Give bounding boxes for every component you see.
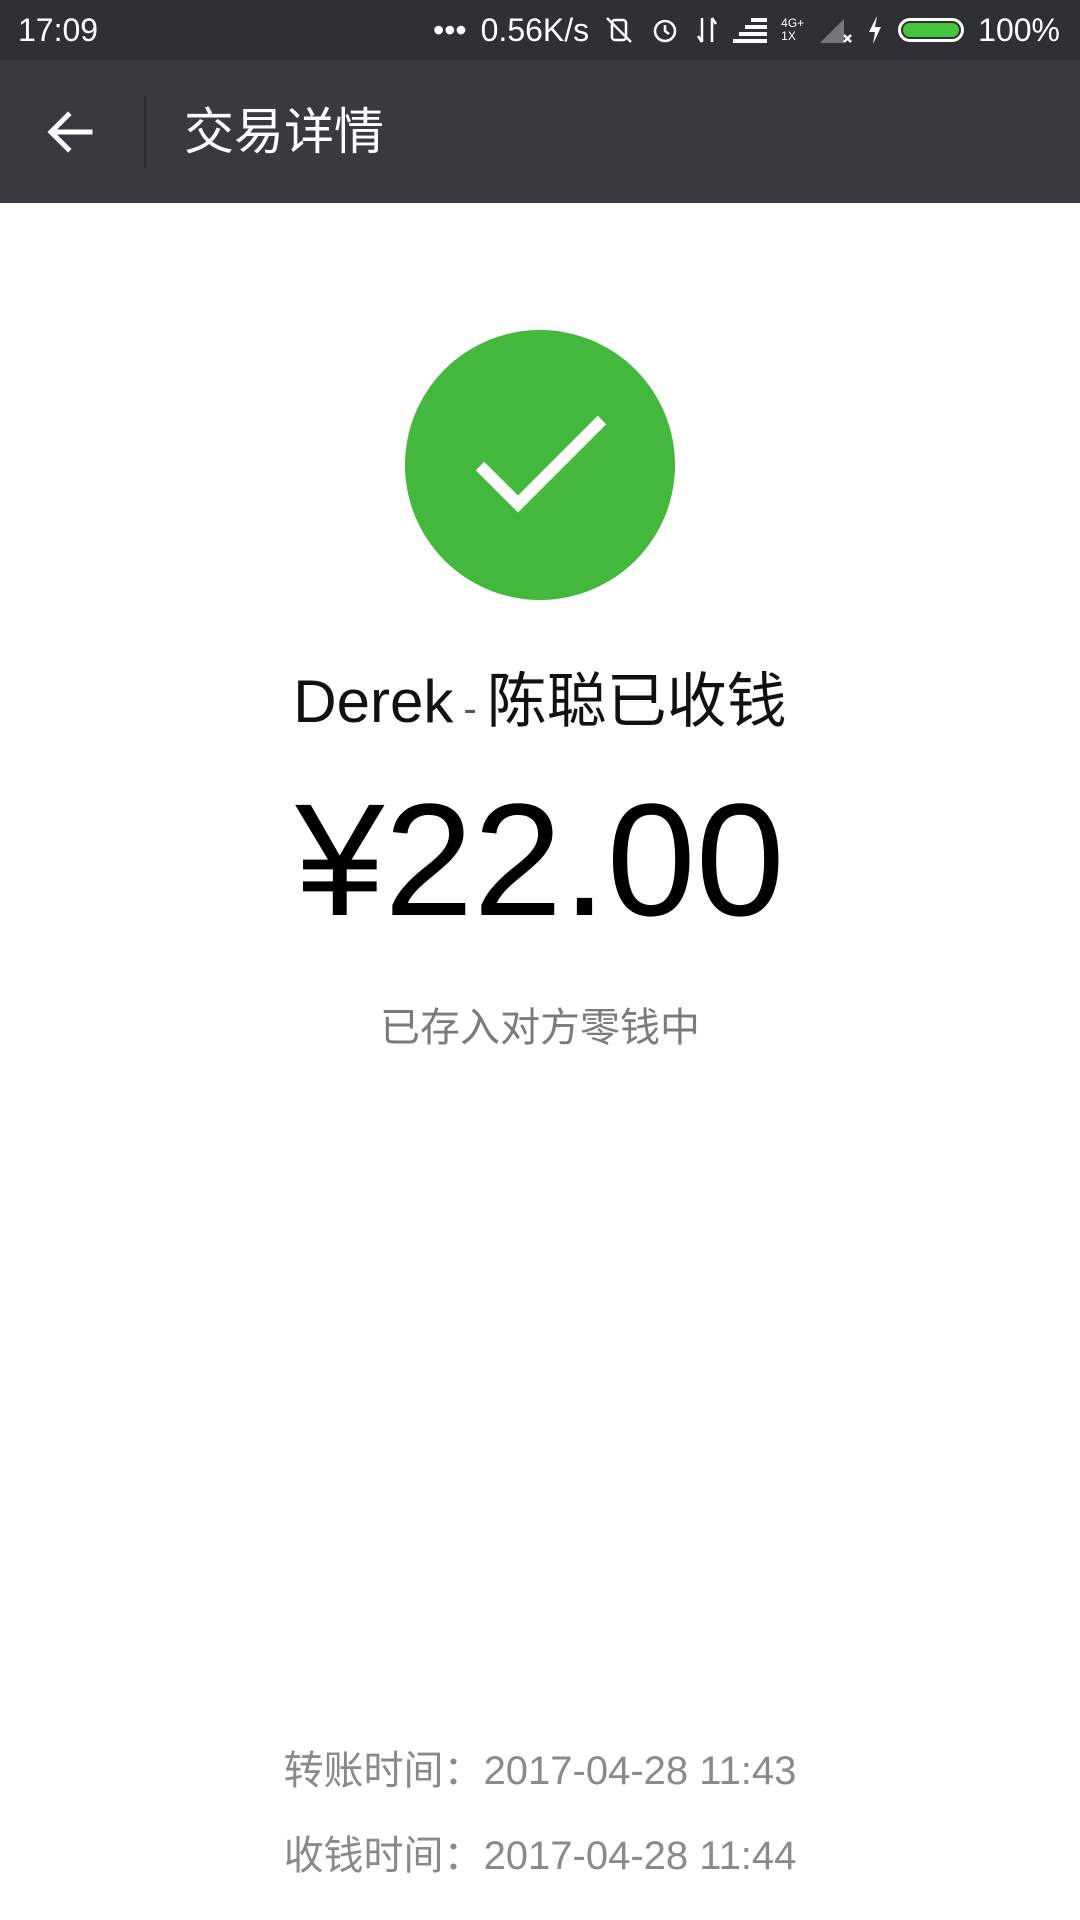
data-transfer-icon xyxy=(695,14,719,46)
signal-icon xyxy=(733,15,768,45)
status-bar: 17:09 ••• 0.56K/s 4G+ 1X 100% xyxy=(0,0,1080,60)
receiver-line: Derek - 陈聪已收钱 xyxy=(0,665,1080,746)
nav-divider xyxy=(144,96,146,168)
signal-off-icon xyxy=(818,15,853,45)
alarm-icon xyxy=(649,14,681,46)
more-dots: ••• xyxy=(433,11,467,48)
success-badge xyxy=(405,330,675,600)
page-title: 交易详情 xyxy=(184,104,384,160)
charging-icon xyxy=(866,14,884,46)
receiver-status: 陈聪已收钱 xyxy=(486,668,787,735)
check-icon xyxy=(475,415,607,513)
arrow-left-icon xyxy=(47,111,93,153)
receiver-name: Derek xyxy=(293,668,454,735)
network-speed: 0.56K/s xyxy=(480,11,590,48)
receiver-separator: - xyxy=(463,687,477,731)
amount: ¥22.00 xyxy=(295,770,785,949)
status-indicators: ••• 0.56K/s 4G+ 1X 100% xyxy=(433,0,1060,60)
deposit-status: 已存入对方零钱中 xyxy=(380,1006,700,1050)
transfer-time-value: 2017-04-28 11:43 xyxy=(483,1749,797,1793)
mute-vibrate-icon xyxy=(603,14,635,46)
transfer-time-row: 转账时间：2017-04-28 11:43 xyxy=(0,1745,1080,1797)
battery-level xyxy=(903,23,960,37)
network-type-bottom: 1X xyxy=(781,29,796,43)
back-button[interactable] xyxy=(30,92,110,172)
battery-icon xyxy=(898,18,965,42)
receive-time-row: 收钱时间：2017-04-28 11:44 xyxy=(0,1830,1080,1882)
receive-time-value: 2017-04-28 11:44 xyxy=(483,1834,797,1878)
status-time: 17:09 xyxy=(18,12,99,48)
transfer-time-label: 转账时间： xyxy=(283,1749,484,1793)
network-type: 4G+ 1X xyxy=(781,17,804,43)
receive-time-label: 收钱时间： xyxy=(283,1834,484,1878)
nav-bar: 交易详情 xyxy=(0,60,1080,203)
battery-percent: 100% xyxy=(978,11,1060,48)
